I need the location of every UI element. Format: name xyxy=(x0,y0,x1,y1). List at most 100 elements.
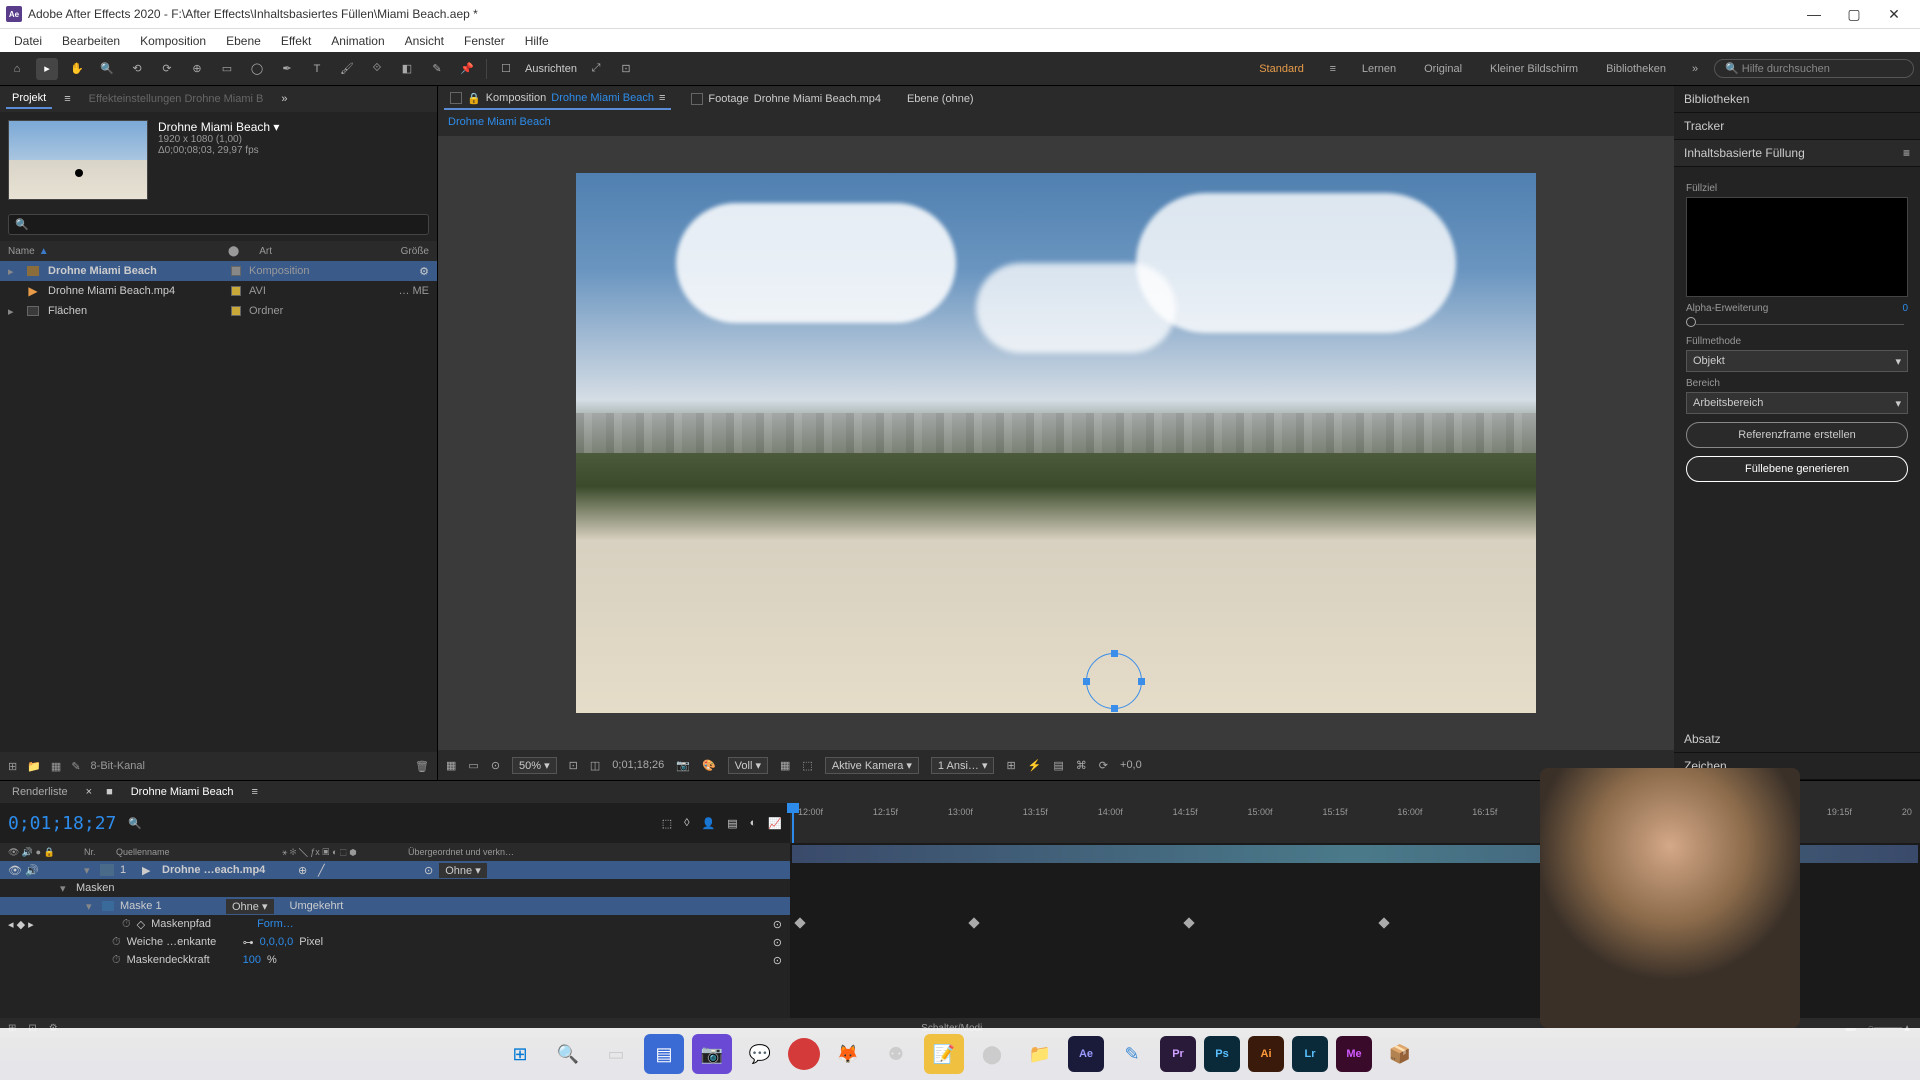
pickwhip-icon[interactable]: ⊙ xyxy=(424,864,433,877)
tab-composition[interactable]: 🔒 Komposition Drohne Miami Beach ≡ xyxy=(444,89,671,110)
tab-footage[interactable]: Footage Drohne Miami Beach.mp4 xyxy=(685,90,887,108)
rect-tool[interactable]: ▭ xyxy=(216,58,238,80)
trash-icon[interactable]: 🗑 xyxy=(415,760,429,773)
tab-menu-icon[interactable]: ≡ xyxy=(659,92,665,104)
keyframe-nav-icon[interactable]: ◇ xyxy=(137,918,145,931)
resolution-dropdown[interactable]: Voll ▾ xyxy=(728,757,768,774)
stopwatch-icon[interactable]: ⏱ xyxy=(112,936,121,949)
menu-ansicht[interactable]: Ansicht xyxy=(395,31,454,51)
label-swatch[interactable] xyxy=(231,306,241,316)
stopwatch-icon[interactable]: ⏱ xyxy=(112,954,121,967)
twirl-icon[interactable]: ▸ xyxy=(8,265,18,278)
mask-opacity-row[interactable]: ⏱ Maskendeckkraft 100% ⊙ xyxy=(0,951,790,969)
tab-comp-timeline[interactable]: Drohne Miami Beach xyxy=(127,784,238,800)
brush-tool[interactable]: 🖌 xyxy=(336,58,358,80)
mask-path-value[interactable]: Form… xyxy=(257,918,294,930)
keyframe[interactable] xyxy=(1378,917,1389,928)
color-mgmt-icon[interactable]: 🎨 xyxy=(702,759,716,772)
comp-thumbnail[interactable] xyxy=(8,120,148,200)
composition-viewer[interactable] xyxy=(438,136,1674,750)
twirl-icon[interactable]: ▾ xyxy=(60,882,70,895)
panel-content-aware-fill[interactable]: Inhaltsbasierte Füllung ≡ xyxy=(1674,140,1920,167)
resolution-icon[interactable]: ⊡ xyxy=(569,759,578,772)
generate-fill-button[interactable]: Füllebene generieren xyxy=(1686,456,1908,482)
twirl-icon[interactable]: ▾ xyxy=(86,900,96,913)
exposure-value[interactable]: +0,0 xyxy=(1120,759,1142,771)
align-checkbox[interactable]: ☐ xyxy=(495,58,517,80)
col-type[interactable]: Art xyxy=(259,246,272,257)
fast-preview-icon[interactable]: ⚡ xyxy=(1028,759,1042,772)
tab-layer[interactable]: Ebene (ohne) xyxy=(901,90,980,108)
layer-row[interactable]: 👁 🔊 ▾ 1 ▶ Drohne …each.mp4 ⊕ ╱ ⊙ Ohne ▾ xyxy=(0,861,790,879)
mask-vertex[interactable] xyxy=(1138,678,1145,685)
constrain-icon[interactable]: ⊶ xyxy=(243,936,254,949)
twirl-icon[interactable]: ▾ xyxy=(84,864,94,877)
text-tool[interactable]: T xyxy=(306,58,328,80)
shy-icon[interactable]: 👤 xyxy=(702,817,716,830)
alpha-exp-value[interactable]: 0 xyxy=(1902,303,1908,314)
panel-absatz[interactable]: Absatz xyxy=(1674,726,1920,753)
opacity-value[interactable]: 100 xyxy=(243,954,261,966)
range-dropdown[interactable]: Arbeitsbereich▾ xyxy=(1686,392,1908,414)
anchor-tool[interactable]: ⊕ xyxy=(186,58,208,80)
eraser-tool[interactable]: ◧ xyxy=(396,58,418,80)
motion-blur-icon[interactable]: ◐ xyxy=(750,817,757,829)
workspace-kleiner[interactable]: Kleiner Bildschirm xyxy=(1480,60,1588,78)
interpret-icon[interactable]: ⊞ xyxy=(8,760,17,773)
toggle-mask-icon[interactable]: ⊙ xyxy=(491,759,500,772)
close-tab-icon[interactable]: × xyxy=(86,786,92,798)
transparency-icon[interactable]: ▦ xyxy=(780,759,790,772)
keyframe[interactable] xyxy=(968,917,979,928)
zoom-tool[interactable]: 🔍 xyxy=(96,58,118,80)
media-encoder-icon[interactable]: Me xyxy=(1336,1036,1372,1072)
clone-tool[interactable]: ⟐ xyxy=(366,58,388,80)
snap2-icon[interactable]: ⊡ xyxy=(615,58,637,80)
toggle-alpha-icon[interactable]: ▦ xyxy=(446,759,456,772)
project-search[interactable]: 🔍 xyxy=(8,214,429,235)
adjust-icon[interactable]: ✎ xyxy=(71,760,80,773)
after-effects-icon[interactable]: Ae xyxy=(1068,1036,1104,1072)
mask-vertex[interactable] xyxy=(1111,650,1118,657)
lightroom-icon[interactable]: Lr xyxy=(1292,1036,1328,1072)
menu-datei[interactable]: Datei xyxy=(4,31,52,51)
obs-icon[interactable]: ⬤ xyxy=(972,1034,1012,1074)
close-tab-icon[interactable] xyxy=(691,93,703,105)
tab-menu-icon[interactable]: ≡ xyxy=(64,93,70,105)
mask-vertex[interactable] xyxy=(1083,678,1090,685)
mask-feather-row[interactable]: ⏱ Weiche …enkante ⊶ 0,0,0,0 Pixel ⊙ xyxy=(0,933,790,951)
mask-mode-dropdown[interactable]: Ohne ▾ xyxy=(226,899,274,914)
pixel-aspect-icon[interactable]: ⊞ xyxy=(1006,759,1015,772)
masks-group[interactable]: ▾ Masken xyxy=(0,879,790,897)
tab-menu-icon[interactable]: ≡ xyxy=(251,786,257,798)
expression-pickwhip-icon[interactable]: ⊙ xyxy=(773,936,782,949)
col-name[interactable]: Name xyxy=(8,246,35,257)
comp-breadcrumb[interactable]: Drohne Miami Beach xyxy=(438,112,1674,136)
rotate-tool[interactable]: ⟳ xyxy=(156,58,178,80)
project-item-comp[interactable]: ▸ Drohne Miami Beach Komposition ⚙ xyxy=(0,261,437,281)
maximize-button[interactable]: ▢ xyxy=(1834,0,1874,28)
taskbar-app[interactable]: 📷 xyxy=(692,1034,732,1074)
folder-new-icon[interactable]: 📁 xyxy=(27,760,41,773)
task-view-button[interactable]: ▭ xyxy=(596,1034,636,1074)
current-time[interactable]: 0;01;18;26 xyxy=(612,759,664,771)
roto-tool[interactable]: ✎ xyxy=(426,58,448,80)
close-tab-icon[interactable] xyxy=(450,92,462,104)
panel-menu-icon[interactable]: ≡ xyxy=(1903,146,1910,160)
timeline-icon[interactable]: ▤ xyxy=(1053,759,1063,772)
3d-icon[interactable]: ⬚ xyxy=(802,759,812,772)
project-item-folder[interactable]: ▸ Flächen Ordner xyxy=(0,301,437,321)
taskbar-app[interactable]: 📦 xyxy=(1380,1034,1420,1074)
frame-blend-icon[interactable]: ▤ xyxy=(727,817,737,830)
timeline-search[interactable]: 🔍 xyxy=(128,817,142,830)
bit-depth[interactable]: 8-Bit-Kanal xyxy=(91,760,145,772)
project-item-footage[interactable]: ▶ Drohne Miami Beach.mp4 AVI … ME xyxy=(0,281,437,301)
col-tag-icon[interactable]: ⬤ xyxy=(228,246,239,257)
menu-komposition[interactable]: Komposition xyxy=(130,31,216,51)
help-search[interactable]: 🔍 Hilfe durchsuchen xyxy=(1714,59,1914,78)
comp-name[interactable]: Drohne Miami Beach ▾ xyxy=(158,120,279,134)
workspace-original[interactable]: Original xyxy=(1414,60,1472,78)
fill-method-dropdown[interactable]: Objekt▾ xyxy=(1686,350,1908,372)
keyframe[interactable] xyxy=(1183,917,1194,928)
workspace-standard[interactable]: Standard xyxy=(1249,60,1314,78)
taskbar-app[interactable]: 📝 xyxy=(924,1034,964,1074)
